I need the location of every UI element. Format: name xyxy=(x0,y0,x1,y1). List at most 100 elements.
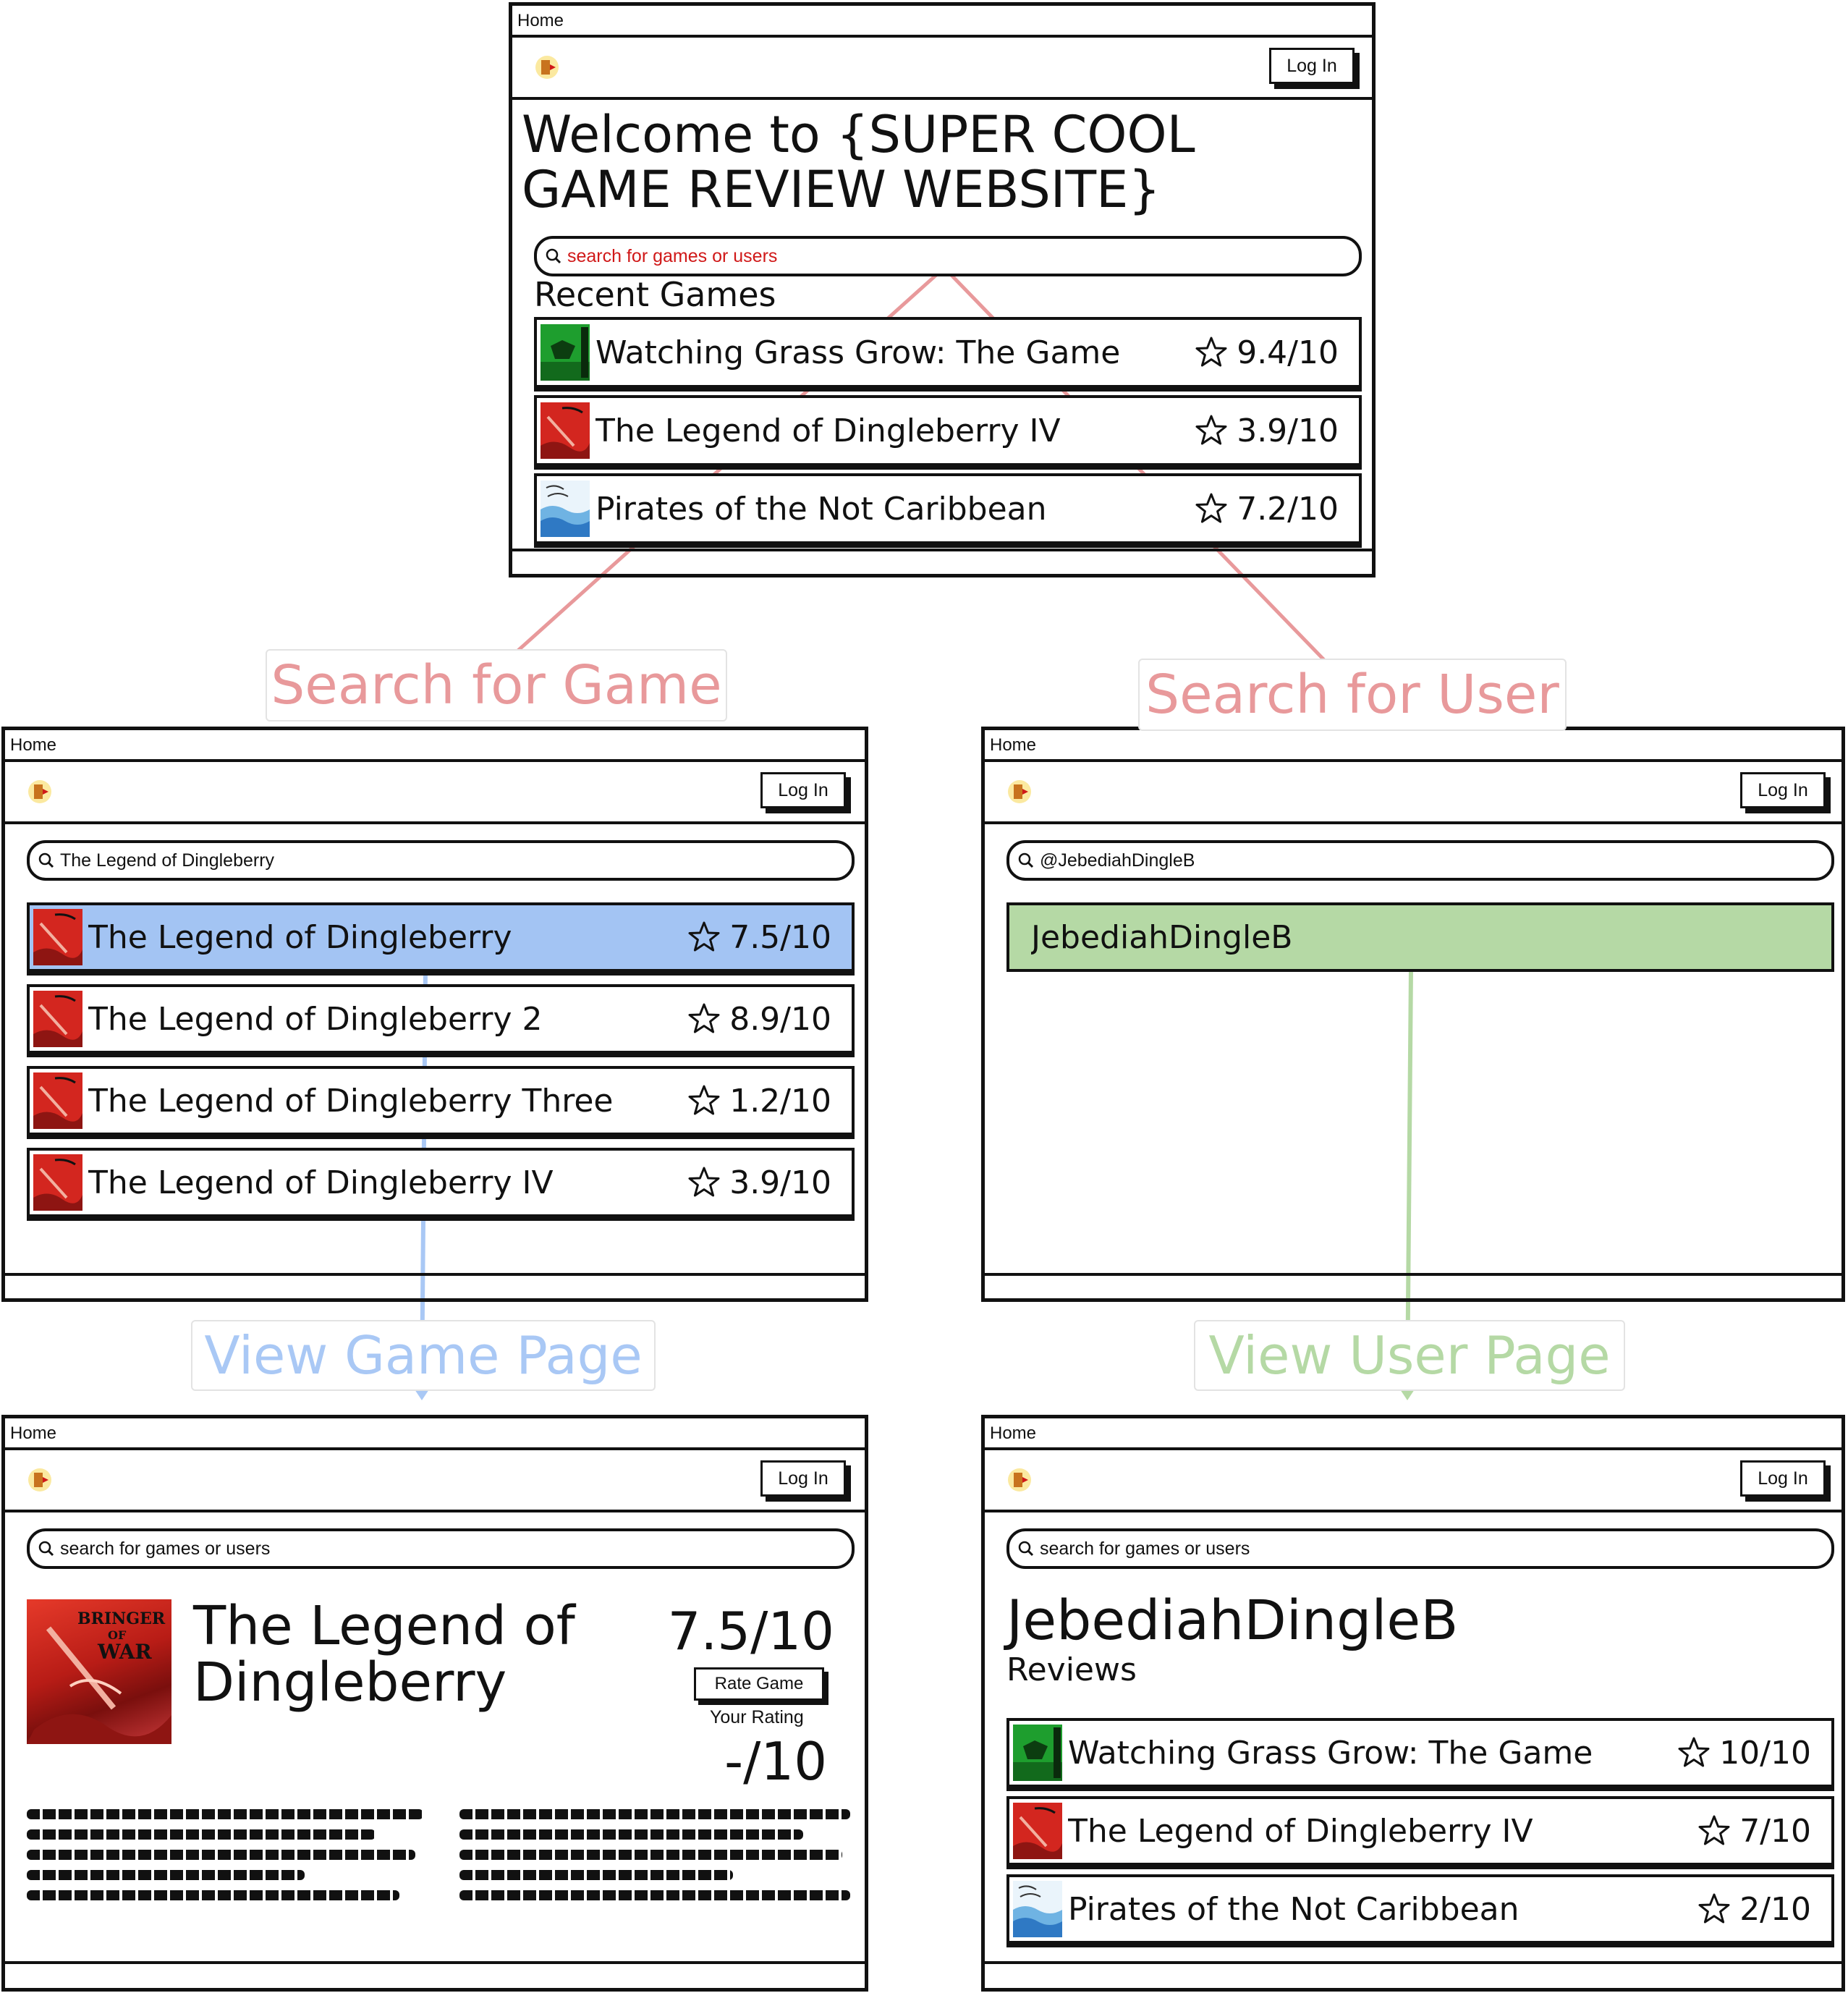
review-row[interactable]: The Legend of Dingleberry IV 7/10 xyxy=(1006,1796,1834,1866)
divider xyxy=(5,759,865,762)
pirates-game-thumbnail xyxy=(1013,1881,1062,1937)
game-score: 3.9/10 xyxy=(1237,412,1339,449)
tab-title: Home xyxy=(10,1423,57,1443)
divider xyxy=(5,1447,865,1450)
user-result-row[interactable]: JebediahDingleB xyxy=(1006,902,1834,972)
footer-divider xyxy=(5,1273,865,1276)
star-icon xyxy=(1698,1893,1730,1924)
game-score: 3.9/10 xyxy=(729,1164,831,1201)
grass-game-thumbnail xyxy=(541,324,590,381)
star-icon xyxy=(1678,1737,1710,1767)
logo-icon xyxy=(1008,780,1031,803)
tab-title: Home xyxy=(517,11,564,30)
game-result-row[interactable]: The Legend of Dingleberry IV 3.9/10 xyxy=(27,1148,855,1217)
cover-text-line-3: WAR xyxy=(98,1640,152,1664)
flow-label-view-user: View User Page xyxy=(1194,1320,1625,1391)
search-input[interactable]: search for games or users xyxy=(1006,1528,1834,1569)
game-search-screen: Home Log In The Legend of Dingleberry Th… xyxy=(1,727,868,1302)
star-icon xyxy=(688,1003,720,1033)
star-icon xyxy=(1698,1815,1730,1845)
game-description-text-left xyxy=(27,1809,423,1900)
tab-title: Home xyxy=(990,735,1037,755)
footer-divider xyxy=(985,1273,1841,1276)
flow-label-view-game: View Game Page xyxy=(191,1320,656,1391)
login-button[interactable]: Log In xyxy=(760,1460,846,1497)
search-icon xyxy=(1018,852,1034,868)
dingleberry-game-thumbnail xyxy=(33,909,82,965)
recent-game-row[interactable]: The Legend of Dingleberry IV 3.9/10 xyxy=(534,395,1362,466)
footer-divider xyxy=(512,549,1372,551)
search-value: @JebediahDingleB xyxy=(1040,850,1195,871)
star-icon xyxy=(688,1167,720,1197)
game-score: 10/10 xyxy=(1719,1734,1811,1772)
logo-icon xyxy=(28,780,51,803)
game-title: The Legend of Dingleberry Three xyxy=(88,1082,614,1120)
game-title: The Legend of Dingleberry xyxy=(88,918,512,956)
username-heading: JebediahDingleB xyxy=(1006,1588,1459,1652)
game-title-line-2: Dingleberry xyxy=(193,1651,507,1714)
tab-title: Home xyxy=(10,735,57,755)
star-icon xyxy=(1195,493,1227,523)
your-rating-value: -/10 xyxy=(724,1731,827,1792)
flow-label-search-game: Search for Game xyxy=(266,649,727,722)
game-title: The Legend of Dingleberry IV xyxy=(88,1164,554,1201)
star-icon xyxy=(688,921,720,952)
logo-icon xyxy=(28,1468,51,1491)
search-icon xyxy=(1018,1541,1034,1557)
game-cover-image: BRINGER OF WAR xyxy=(27,1599,171,1744)
search-input[interactable]: search for games or users xyxy=(27,1528,855,1569)
search-placeholder: search for games or users xyxy=(567,245,778,266)
cover-text-line-1: BRINGER xyxy=(77,1609,166,1628)
dingleberry-game-thumbnail xyxy=(541,402,590,459)
search-input[interactable]: The Legend of Dingleberry xyxy=(27,840,855,881)
game-result-row[interactable]: The Legend of Dingleberry 7.5/10 xyxy=(27,902,855,972)
recent-game-row[interactable]: Pirates of the Not Caribbean 7.2/10 xyxy=(534,473,1362,544)
divider xyxy=(985,1447,1841,1450)
grass-game-thumbnail xyxy=(1013,1725,1062,1781)
game-page-screen: Home Log In search for games or users BR… xyxy=(1,1415,868,1992)
user-result-name: JebediahDingleB xyxy=(1031,918,1293,956)
search-icon xyxy=(38,852,54,868)
welcome-heading-line-1: Welcome to {SUPER COOL xyxy=(522,105,1195,164)
logo-icon xyxy=(535,56,559,79)
search-icon xyxy=(38,1541,54,1557)
search-placeholder: search for games or users xyxy=(1040,1538,1250,1559)
game-score: 7.5/10 xyxy=(729,918,831,956)
recent-game-row[interactable]: Watching Grass Grow: The Game 9.4/10 xyxy=(534,317,1362,388)
review-row[interactable]: Watching Grass Grow: The Game 10/10 xyxy=(1006,1718,1834,1787)
game-title: Watching Grass Grow: The Game xyxy=(595,334,1121,371)
rate-game-button[interactable]: Rate Game xyxy=(694,1667,824,1701)
footer-divider xyxy=(5,1961,865,1964)
divider xyxy=(985,759,1841,762)
divider xyxy=(985,821,1841,824)
game-result-row[interactable]: The Legend of Dingleberry 2 8.9/10 xyxy=(27,984,855,1054)
login-button[interactable]: Log In xyxy=(760,772,846,808)
footer-divider xyxy=(985,1961,1841,1964)
search-input[interactable]: search for games or users xyxy=(534,236,1362,276)
game-title: The Legend of Dingleberry IV xyxy=(595,412,1061,449)
game-title: The Legend of Dingleberry IV xyxy=(1068,1812,1533,1850)
home-screen: Home Log In Welcome to {SUPER COOL GAME … xyxy=(509,2,1376,577)
game-result-row[interactable]: The Legend of Dingleberry Three 1.2/10 xyxy=(27,1066,855,1135)
login-button[interactable]: Log In xyxy=(1740,772,1826,808)
login-button[interactable]: Log In xyxy=(1740,1460,1826,1497)
game-score: 2/10 xyxy=(1739,1890,1811,1928)
user-page-screen: Home Log In search for games or users Je… xyxy=(981,1415,1845,1992)
review-row[interactable]: Pirates of the Not Caribbean 2/10 xyxy=(1006,1874,1834,1944)
divider xyxy=(5,1510,865,1512)
divider xyxy=(512,35,1372,38)
game-title: Pirates of the Not Caribbean xyxy=(1068,1890,1519,1928)
logo-icon xyxy=(1008,1468,1031,1491)
reviews-heading: Reviews xyxy=(1006,1651,1137,1688)
search-value: The Legend of Dingleberry xyxy=(60,850,275,871)
game-score: 7.5/10 xyxy=(667,1601,834,1662)
search-input[interactable]: @JebediahDingleB xyxy=(1006,840,1834,881)
game-score: 7/10 xyxy=(1739,1812,1811,1850)
game-score: 1.2/10 xyxy=(729,1082,831,1120)
pirates-game-thumbnail xyxy=(541,481,590,537)
dingleberry-game-thumbnail xyxy=(1013,1803,1062,1859)
flow-label-search-user: Search for User xyxy=(1138,659,1567,731)
star-icon xyxy=(1195,337,1227,367)
star-icon xyxy=(688,1085,720,1115)
login-button[interactable]: Log In xyxy=(1269,48,1355,84)
